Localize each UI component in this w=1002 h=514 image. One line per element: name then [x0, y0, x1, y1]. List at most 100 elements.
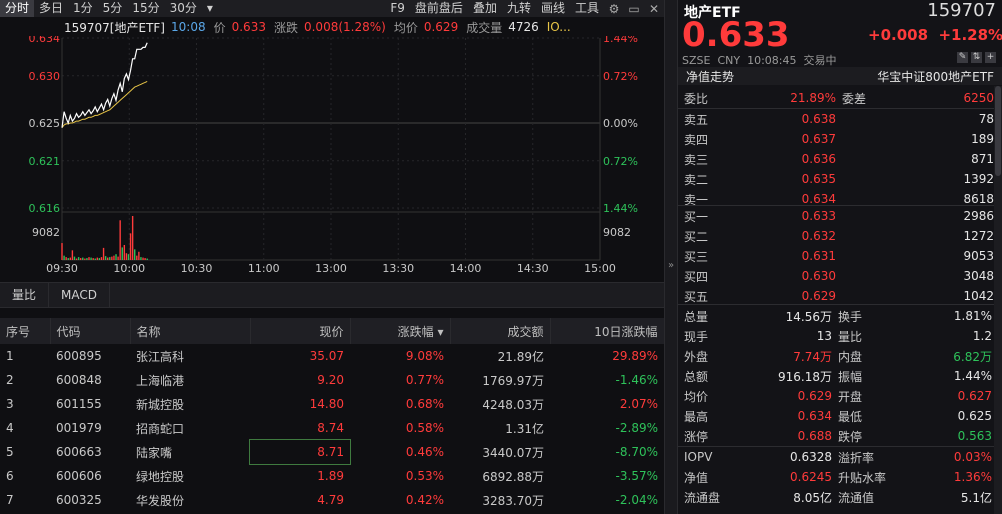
x-tick: 09:30	[46, 262, 78, 275]
chart-panel: 分时 多日 1分 5分 15分 30分 ▾ F9 盘前盘后 叠加 九转 画线 工…	[0, 0, 665, 514]
stat-value: 0.688	[797, 429, 832, 443]
asks-volume: 1392	[963, 172, 994, 186]
panel-divider[interactable]: »	[664, 0, 678, 514]
col-no[interactable]: 序号	[0, 318, 51, 344]
scrollbar-thumb[interactable]	[995, 86, 1001, 176]
overlay-button[interactable]: 叠加	[468, 0, 502, 17]
bids-label: 买二	[684, 229, 709, 244]
table-cell-price: 8.74	[317, 421, 344, 435]
bids-level[interactable]: 买四 0.630 3048	[678, 266, 994, 286]
quote-actions: ✎ ⇅ +	[957, 52, 996, 63]
y-tick-right: 0.72%	[603, 70, 638, 83]
table-cell-price: 8.71	[249, 439, 351, 465]
bids-level[interactable]: 买五 0.629 1042	[678, 286, 994, 306]
table-row[interactable]: 4 001979 招商蛇口 8.74 0.58% 1.31亿 -2.89%	[0, 416, 664, 440]
scrollbar[interactable]	[994, 86, 1002, 514]
table-cell-no: 6	[6, 469, 14, 483]
more-periods-dropdown[interactable]: ▾	[202, 0, 218, 17]
table-row[interactable]: 2 600848 上海临港 9.20 0.77% 1769.97万 -1.46%	[0, 368, 664, 392]
table-cell-chg10: -2.04%	[615, 493, 658, 507]
col-code[interactable]: 代码	[50, 318, 131, 344]
col-chg[interactable]: 涨跌幅 ▾	[350, 318, 451, 344]
bids-level[interactable]: 买三 0.631 9053	[678, 246, 994, 266]
stat-value: 14.56万	[785, 309, 832, 324]
tab-30min[interactable]: 30分	[165, 0, 202, 17]
asks-level[interactable]: 卖三 0.636 871	[678, 149, 994, 169]
bids-price: 0.632	[801, 229, 836, 243]
asks-level[interactable]: 卖四 0.637 189	[678, 129, 994, 149]
table-cell-amount: 21.89亿	[497, 349, 544, 364]
table-cell-price: 9.20	[317, 373, 344, 387]
stat-value: 0.563	[957, 429, 992, 443]
draw-line-button[interactable]: 画线	[536, 0, 570, 17]
sort-icon[interactable]: ⇅	[971, 52, 982, 63]
asks-price: 0.638	[801, 112, 836, 126]
asks-level[interactable]: 卖二 0.635 1392	[678, 169, 994, 189]
last-price: 0.633	[682, 15, 790, 55]
avg-label: 均价	[393, 20, 418, 35]
y-tick-left: 0.625	[29, 117, 61, 130]
table-cell-chg10: -3.57%	[615, 469, 658, 483]
nine-turn-button[interactable]: 九转	[502, 0, 536, 17]
table-cell-amount: 1.31亿	[505, 421, 544, 436]
tab-1min[interactable]: 1分	[68, 0, 98, 17]
col-amount[interactable]: 成交额	[450, 318, 551, 344]
bids-volume: 3048	[963, 269, 994, 283]
table-cell-name: 招商蛇口	[136, 421, 185, 436]
asks-label: 卖二	[684, 172, 709, 187]
table-row[interactable]: 6 600606 绿地控股 1.89 0.53% 6892.88万 -3.57%	[0, 464, 664, 488]
collapse-arrow-icon[interactable]: »	[668, 260, 674, 271]
table-row[interactable]: 5 600663 陆家嘴 8.71 0.46% 3440.07万 -8.70%	[0, 439, 664, 465]
table-cell-price: 1.89	[317, 469, 344, 483]
table-cell-name: 新城控股	[136, 397, 185, 412]
tab-intraday[interactable]: 分时	[0, 0, 35, 17]
x-tick: 13:00	[315, 262, 347, 275]
bids-level[interactable]: 买二 0.632 1272	[678, 226, 994, 246]
stat-label: 量比	[838, 329, 863, 344]
stat-value: 0.6328	[790, 450, 832, 464]
col-price[interactable]: 现价	[250, 318, 351, 344]
intraday-chart[interactable]: 0.634 1.44% 0.630 0.72% 0.625 0.00% 0.621 0.72%…	[0, 36, 664, 280]
f9-button[interactable]: F9	[385, 0, 410, 17]
tools-button[interactable]: 工具	[570, 0, 604, 17]
table-cell-chg: 0.42%	[405, 493, 444, 507]
market: SZSE	[682, 54, 711, 67]
trading-window: 分时 多日 1分 5分 15分 30分 ▾ F9 盘前盘后 叠加 九转 画线 工…	[0, 0, 1002, 514]
tab-macd[interactable]: MACD	[49, 283, 110, 307]
col-name[interactable]: 名称	[130, 318, 251, 344]
table-cell-amount: 3440.07万	[482, 445, 544, 460]
tab-5min[interactable]: 5分	[98, 0, 128, 17]
wei-label: 委比	[684, 91, 709, 106]
bids-price: 0.629	[801, 289, 836, 303]
stat-value: 13	[816, 329, 832, 343]
close-icon[interactable]: ✕	[644, 2, 664, 16]
tab-nav-trend[interactable]: 净值走势	[686, 68, 734, 85]
y-tick-left: 0.621	[29, 155, 61, 168]
table-cell-chg10: -2.89%	[615, 421, 658, 435]
table-row[interactable]: 1 600895 张江高科 35.07 9.08% 21.89亿 29.89%	[0, 344, 664, 368]
premarket-button[interactable]: 盘前盘后	[410, 0, 468, 17]
edit-icon[interactable]: ✎	[957, 52, 968, 63]
window-icon[interactable]: ▭	[624, 2, 644, 16]
tab-15min[interactable]: 15分	[127, 0, 164, 17]
stat-label: IOPV	[684, 450, 713, 464]
col-chg10[interactable]: 10日涨跌幅	[550, 318, 665, 344]
vol-value: 4726	[508, 20, 539, 34]
stat-label: 均价	[684, 389, 709, 404]
tab-volume-ratio[interactable]: 量比	[0, 283, 50, 307]
gear-icon[interactable]: ⚙	[604, 2, 624, 16]
stat-label: 跌停	[838, 429, 863, 444]
table-cell-amount: 3283.70万	[482, 493, 544, 508]
add-icon[interactable]: +	[985, 52, 996, 63]
bids-label: 买五	[684, 289, 709, 304]
table-row[interactable]: 3 601155 新城控股 14.80 0.68% 4248.03万 2.07%	[0, 392, 664, 416]
y-tick-right: 1.44%	[603, 202, 638, 215]
asks-level[interactable]: 卖五 0.638 78	[678, 109, 994, 129]
stat-value: 0.627	[957, 389, 992, 403]
tab-multiday[interactable]: 多日	[34, 0, 68, 17]
bids-level[interactable]: 买一 0.633 2986	[678, 206, 994, 226]
table-cell-no: 7	[6, 493, 14, 507]
stat-label: 振幅	[838, 369, 863, 384]
bids-price: 0.631	[801, 249, 836, 263]
table-row[interactable]: 7 600325 华发股份 4.79 0.42% 3283.70万 -2.04%	[0, 488, 664, 512]
